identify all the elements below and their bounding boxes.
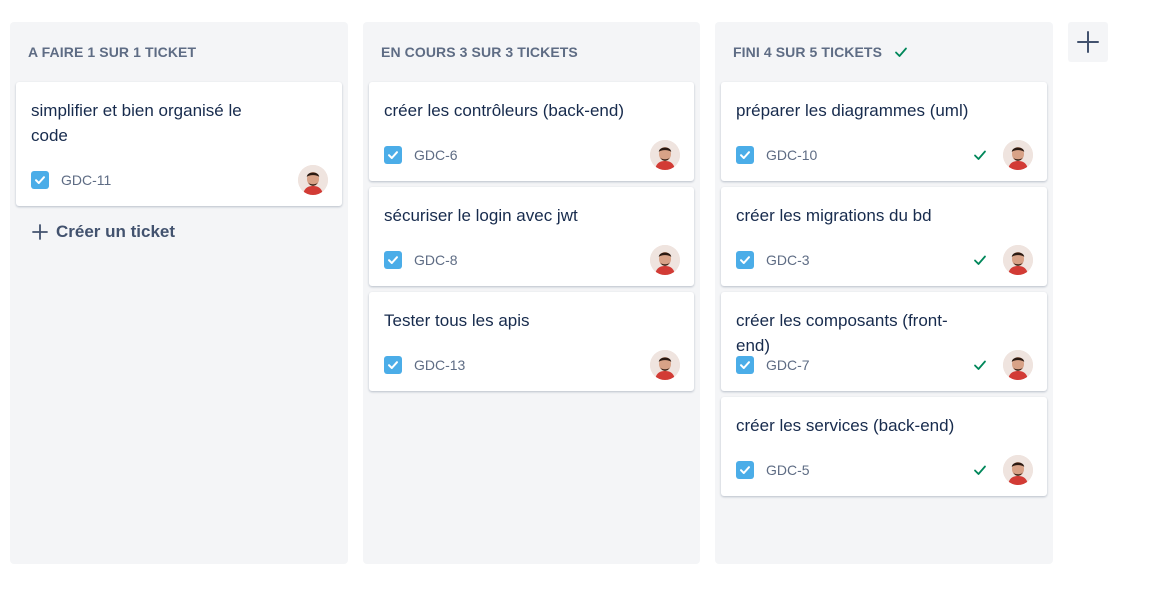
assignee-avatar[interactable] [650, 350, 680, 380]
ticket-key[interactable]: GDC-13 [414, 357, 465, 373]
task-type-icon [736, 461, 754, 479]
task-type-icon [31, 171, 49, 189]
ticket-title: préparer les diagrammes (uml) [736, 101, 969, 120]
column-header: EN COURS 3 SUR 3 TICKETS [363, 22, 700, 82]
plus-icon [32, 224, 48, 240]
ticket-card[interactable]: créer les composants (front-end) GDC-7 [721, 292, 1047, 391]
task-type-icon [736, 356, 754, 374]
assignee-avatar[interactable] [1003, 455, 1033, 485]
ticket-title: créer les services (back-end) [736, 416, 955, 435]
kanban-board: A FAIRE 1 SUR 1 TICKET simplifier et bie… [0, 0, 1152, 602]
ticket-title: créer les contrôleurs (back-end) [384, 101, 624, 120]
column-header: FINI 4 SUR 5 TICKETS [715, 22, 1053, 82]
column-title: EN COURS 3 SUR 3 TICKETS [381, 44, 578, 60]
done-check-icon [973, 254, 987, 266]
ticket-title: Tester tous les apis [384, 311, 530, 330]
assignee-avatar[interactable] [650, 245, 680, 275]
ticket-card[interactable]: créer les services (back-end) GDC-5 [721, 397, 1047, 496]
column-header: A FAIRE 1 SUR 1 TICKET [10, 22, 348, 82]
ticket-key[interactable]: GDC-5 [766, 462, 810, 478]
assignee-avatar[interactable] [650, 140, 680, 170]
done-check-icon [973, 359, 987, 371]
task-type-icon [736, 146, 754, 164]
assignee-avatar[interactable] [1003, 245, 1033, 275]
assignee-avatar[interactable] [1003, 140, 1033, 170]
ticket-key[interactable]: GDC-10 [766, 147, 817, 163]
create-ticket-button[interactable]: Créer un ticket [32, 222, 175, 242]
assignee-avatar[interactable] [1003, 350, 1033, 380]
column-todo: A FAIRE 1 SUR 1 TICKET simplifier et bie… [10, 22, 348, 564]
add-column-button[interactable] [1068, 22, 1108, 62]
ticket-card[interactable]: préparer les diagrammes (uml) GDC-10 [721, 82, 1047, 181]
task-type-icon [384, 356, 402, 374]
task-type-icon [384, 146, 402, 164]
assignee-avatar[interactable] [298, 165, 328, 195]
ticket-card[interactable]: sécuriser le login avec jwt GDC-8 [369, 187, 694, 286]
ticket-card[interactable]: Tester tous les apis GDC-13 [369, 292, 694, 391]
create-ticket-label: Créer un ticket [56, 222, 176, 241]
ticket-key[interactable]: GDC-11 [61, 172, 111, 188]
ticket-card[interactable]: créer les contrôleurs (back-end) GDC-6 [369, 82, 694, 181]
column-in-progress: EN COURS 3 SUR 3 TICKETS créer les contr… [363, 22, 700, 564]
done-check-icon [973, 464, 987, 476]
ticket-key[interactable]: GDC-7 [766, 357, 810, 373]
ticket-title: sécuriser le login avec jwt [384, 206, 578, 225]
task-type-icon [384, 251, 402, 269]
check-icon [894, 46, 908, 58]
task-type-icon [736, 251, 754, 269]
done-check-icon [973, 149, 987, 161]
ticket-key[interactable]: GDC-6 [414, 147, 458, 163]
ticket-card[interactable]: simplifier et bien organisé le code GDC-… [16, 82, 342, 206]
column-done: FINI 4 SUR 5 TICKETS préparer les diagra… [715, 22, 1053, 564]
column-title: A FAIRE 1 SUR 1 TICKET [28, 44, 197, 60]
ticket-card[interactable]: créer les migrations du bd GDC-3 [721, 187, 1047, 286]
ticket-key[interactable]: GDC-3 [766, 252, 810, 268]
ticket-key[interactable]: GDC-8 [414, 252, 458, 268]
plus-icon [1076, 30, 1100, 54]
ticket-title: simplifier et bien organisé le code [31, 101, 242, 145]
ticket-title: créer les migrations du bd [736, 206, 932, 225]
column-title: FINI 4 SUR 5 TICKETS [733, 44, 883, 60]
